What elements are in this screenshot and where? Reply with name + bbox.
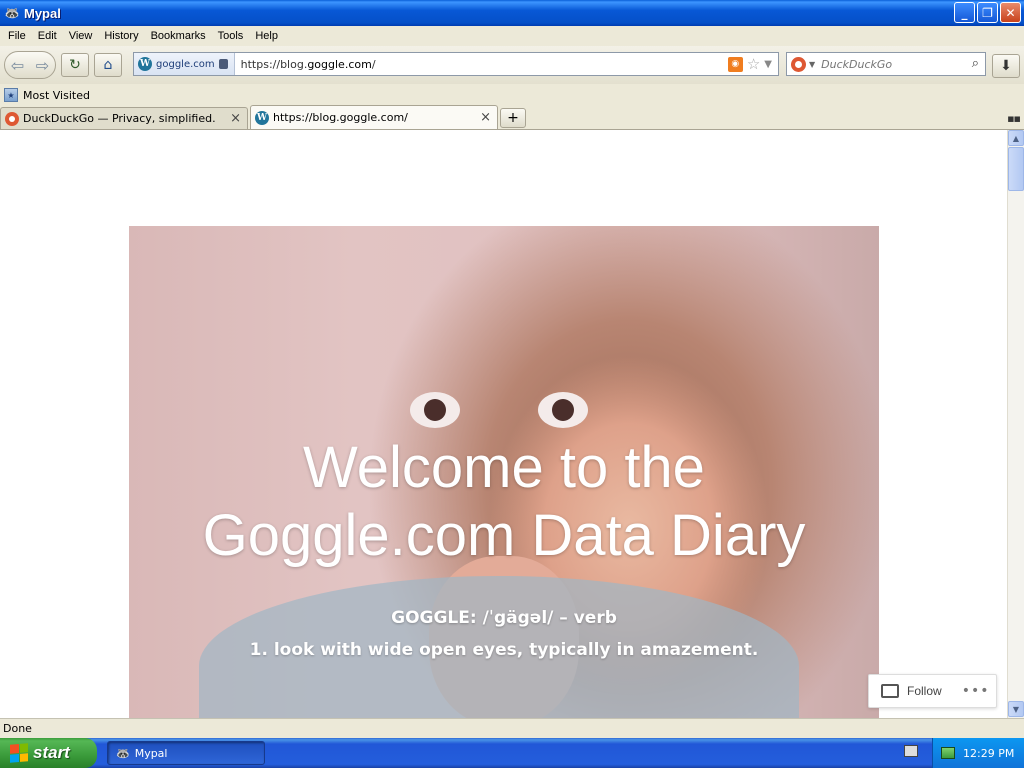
window-controls: _ ❐ ✕	[954, 2, 1021, 23]
tab-title: https://blog.goggle.com/	[273, 111, 408, 124]
follow-button[interactable]: Follow	[907, 684, 942, 698]
taskbar: start 🦝 Mypal	[0, 738, 1024, 768]
hero-image: Welcome to the Goggle.com Data Diary GOG…	[129, 226, 879, 718]
minimize-button[interactable]: _	[954, 2, 975, 23]
hero-photo-left-eye	[410, 392, 460, 428]
site-title-line-1: Welcome to the	[303, 435, 705, 500]
mypal-app-icon: 🦝	[4, 6, 20, 20]
scroll-thumb[interactable]	[1008, 147, 1024, 191]
menu-help[interactable]: Help	[249, 30, 284, 42]
site-tagline-line-1: GOGGLE: /ˈgägəl/ – verb	[391, 608, 617, 628]
system-tray: 12:29 PM	[932, 738, 1024, 768]
most-visited-bookmark[interactable]: Most Visited	[23, 89, 90, 102]
tab-list-icon[interactable]: ▪▪	[1007, 112, 1021, 125]
plus-icon: +	[507, 110, 519, 126]
rss-feed-icon[interactable]: ◉	[727, 56, 743, 72]
menu-file[interactable]: File	[2, 30, 32, 42]
download-arrow-icon: ⬇	[1000, 58, 1012, 74]
menu-bookmarks[interactable]: Bookmarks	[145, 30, 212, 42]
new-tab-button[interactable]: +	[500, 108, 526, 128]
tab-close-icon[interactable]: ×	[480, 110, 491, 125]
mypal-app-icon: 🦝	[116, 746, 130, 760]
url-suffix: /	[371, 57, 376, 71]
reload-button[interactable]: ↻	[61, 53, 89, 77]
downloads-button[interactable]: ⬇	[992, 54, 1020, 78]
status-text: Done	[3, 722, 32, 735]
menu-view[interactable]: View	[63, 30, 99, 42]
back-arrow-icon[interactable]: ⇦	[5, 56, 30, 75]
lock-icon	[218, 59, 228, 69]
engine-dropdown-icon[interactable]: ▼	[809, 60, 815, 69]
follow-widget: Follow •••	[868, 674, 997, 708]
tab-title: DuckDuckGo — Privacy, simplified.	[23, 112, 216, 125]
vertical-scrollbar[interactable]: ▲ ▼	[1007, 130, 1024, 718]
scroll-up-icon[interactable]: ▲	[1008, 130, 1024, 146]
address-bar[interactable]: W goggle.com https://blog.goggle.com/ ◉ …	[133, 52, 779, 76]
more-options-icon[interactable]: •••	[962, 683, 990, 699]
menu-edit[interactable]: Edit	[32, 30, 63, 42]
duckduckgo-engine-icon[interactable]	[791, 56, 806, 72]
window-title: Mypal	[24, 5, 61, 21]
home-icon: ⌂	[103, 57, 113, 73]
site-identity-label: goggle.com	[156, 58, 215, 70]
wordpress-icon: W	[138, 57, 152, 71]
page-content: Welcome to the Goggle.com Data Diary GOG…	[0, 130, 1007, 718]
duckduckgo-favicon-icon	[5, 111, 19, 126]
reload-icon: ↻	[69, 57, 81, 73]
search-icon[interactable]: ⌕	[972, 56, 979, 71]
taskbar-item-label: Mypal	[134, 746, 168, 760]
search-bar[interactable]: ▼ ⌕	[786, 52, 986, 76]
back-forward-group: ⇦ ⇨	[4, 51, 56, 79]
close-button[interactable]: ✕	[1000, 2, 1021, 23]
start-label: start	[33, 743, 70, 762]
site-identity-button[interactable]: W goggle.com	[134, 53, 235, 75]
forward-arrow-icon[interactable]: ⇨	[30, 56, 55, 75]
site-title[interactable]: Welcome to the Goggle.com Data Diary	[129, 434, 879, 570]
url-dropdown-icon[interactable]: ▼	[764, 59, 772, 70]
search-input[interactable]	[821, 57, 962, 71]
site-title-line-2: Goggle.com Data Diary	[202, 503, 806, 568]
start-button[interactable]: start	[0, 738, 97, 768]
menu-history[interactable]: History	[98, 30, 144, 42]
most-visited-icon: ★	[4, 88, 18, 102]
network-tray-icon[interactable]	[941, 747, 955, 759]
title-bar: 🦝 Mypal _ ❐ ✕	[0, 0, 1024, 26]
url-prefix: https://blog.	[240, 57, 308, 71]
navigation-toolbar: ⇦ ⇨ ↻ ⌂ W goggle.com https://blog.goggle…	[0, 46, 1024, 84]
menu-bar: File Edit View History Bookmarks Tools H…	[0, 26, 1024, 46]
bookmark-star-icon[interactable]: ☆	[747, 55, 760, 73]
hero-photo-right-eye	[538, 392, 588, 428]
status-bar: Done	[0, 718, 1024, 738]
wordpress-favicon-icon: W	[255, 110, 269, 125]
follow-reader-icon[interactable]	[881, 684, 899, 698]
url-input[interactable]: https://blog.goggle.com/	[241, 58, 728, 71]
keyboard-tray-icon[interactable]	[904, 745, 918, 757]
site-tagline-line-2: 1. look with wide open eyes, typically i…	[249, 640, 759, 660]
tab-close-icon[interactable]: ×	[230, 111, 241, 126]
bookmarks-toolbar: ★ Most Visited	[0, 84, 1024, 106]
clock[interactable]: 12:29 PM	[963, 747, 1014, 760]
url-host: goggle.com	[307, 57, 372, 71]
tab-strip: DuckDuckGo — Privacy, simplified. × W ht…	[0, 105, 1024, 130]
maximize-button[interactable]: ❐	[977, 2, 998, 23]
home-button[interactable]: ⌂	[94, 53, 122, 77]
tab-goggle-blog[interactable]: W https://blog.goggle.com/ ×	[250, 105, 498, 129]
scroll-down-icon[interactable]: ▼	[1008, 701, 1024, 717]
taskbar-item-mypal[interactable]: 🦝 Mypal	[107, 741, 265, 765]
windows-logo-icon	[10, 743, 28, 763]
tab-duckduckgo[interactable]: DuckDuckGo — Privacy, simplified. ×	[0, 107, 248, 129]
site-tagline: GOGGLE: /ˈgägəl/ – verb 1. look with wid…	[129, 602, 879, 666]
menu-tools[interactable]: Tools	[212, 30, 250, 42]
